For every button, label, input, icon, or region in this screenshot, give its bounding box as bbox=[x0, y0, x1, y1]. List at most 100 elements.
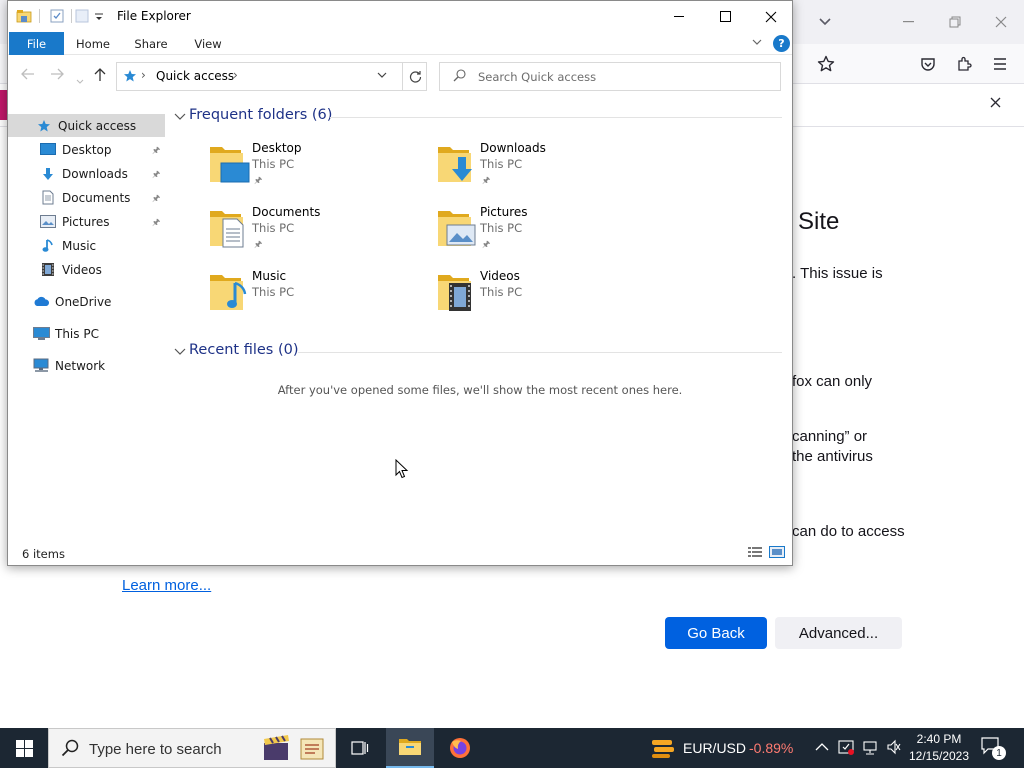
sidebar-item-network[interactable]: Network bbox=[8, 354, 165, 377]
minimize-button[interactable] bbox=[656, 1, 702, 32]
windows-logo-icon bbox=[15, 739, 33, 757]
downloads-icon bbox=[39, 166, 57, 182]
help-icon[interactable]: ? bbox=[773, 35, 790, 52]
title-bar[interactable]: File Explorer bbox=[8, 1, 792, 32]
stock-ticker-icon[interactable] bbox=[650, 736, 676, 763]
start-button[interactable] bbox=[0, 728, 48, 768]
browser-minimize-icon[interactable] bbox=[895, 8, 923, 36]
clock-date[interactable]: 12/15/2023 bbox=[906, 749, 972, 763]
task-view-button[interactable] bbox=[336, 728, 384, 768]
sidebar-item-label: Music bbox=[62, 238, 97, 253]
address-dropdown-icon[interactable] bbox=[377, 69, 387, 82]
taskbar-firefox[interactable] bbox=[436, 728, 484, 768]
collapse-chevron-icon[interactable] bbox=[174, 110, 186, 124]
refresh-button[interactable] bbox=[402, 62, 427, 91]
volume-muted-icon[interactable] bbox=[886, 739, 902, 759]
new-folder-icon[interactable] bbox=[75, 9, 89, 26]
show-hidden-icons-icon[interactable] bbox=[815, 741, 829, 756]
pocket-icon[interactable] bbox=[914, 50, 942, 78]
desktop-icon bbox=[39, 142, 57, 158]
pin-icon: 🖈 bbox=[482, 240, 491, 250]
sidebar-item-documents[interactable]: Documents 🖈 bbox=[8, 186, 165, 209]
learn-more-link[interactable]: Learn more... bbox=[122, 577, 211, 594]
notification-close-icon[interactable] bbox=[990, 97, 1002, 112]
ticker-symbol[interactable]: EUR/USD bbox=[683, 740, 746, 756]
pin-icon: 🖈 bbox=[254, 176, 263, 186]
close-button[interactable] bbox=[748, 1, 794, 32]
back-arrow-icon[interactable] bbox=[21, 68, 35, 84]
collapse-chevron-icon[interactable] bbox=[174, 345, 186, 359]
tab-share[interactable]: Share bbox=[126, 32, 176, 55]
expand-ribbon-icon[interactable] bbox=[752, 36, 762, 49]
sidebar-item-this-pc[interactable]: This PC bbox=[8, 322, 165, 345]
toolbar-separator bbox=[39, 9, 40, 23]
large-icons-view-button[interactable] bbox=[769, 546, 787, 560]
go-back-button[interactable]: Go Back bbox=[665, 617, 767, 649]
bookmark-star-icon[interactable] bbox=[812, 50, 840, 78]
folder-tile-desktop[interactable]: Desktop This PC 🖈 bbox=[207, 141, 407, 197]
pin-icon: 🖈 bbox=[152, 218, 161, 228]
firefox-icon bbox=[450, 738, 470, 758]
onedrive-cloud-icon bbox=[32, 294, 50, 310]
security-shield-icon[interactable] bbox=[838, 739, 854, 759]
pin-icon: 🖈 bbox=[482, 176, 491, 186]
up-arrow-icon[interactable] bbox=[94, 68, 106, 86]
tab-file[interactable]: File bbox=[9, 32, 64, 55]
page-accent-strip bbox=[0, 90, 7, 120]
sidebar-item-label: Desktop bbox=[62, 142, 112, 157]
address-bar[interactable]: › Quick access › bbox=[116, 62, 427, 91]
window-title: File Explorer bbox=[117, 9, 191, 23]
music-folder-icon bbox=[210, 275, 247, 310]
sidebar-item-pictures[interactable]: Pictures 🖈 bbox=[8, 210, 165, 233]
browser-close-icon[interactable] bbox=[987, 8, 1015, 36]
clock-time[interactable]: 2:40 PM bbox=[914, 732, 964, 746]
computer-icon bbox=[32, 326, 50, 342]
breadcrumb-quick-access[interactable]: Quick access bbox=[156, 69, 234, 83]
recent-locations-icon[interactable] bbox=[76, 72, 84, 88]
folder-tile-videos[interactable]: Videos This PC bbox=[435, 269, 635, 325]
customize-toolbar-icon[interactable] bbox=[94, 11, 104, 25]
folder-location: This PC bbox=[252, 221, 295, 235]
folder-tile-pictures[interactable]: Pictures This PC 🖈 bbox=[435, 205, 635, 261]
sidebar-item-videos[interactable]: Videos bbox=[8, 258, 165, 281]
sidebar-item-label: OneDrive bbox=[55, 294, 112, 309]
breadcrumb-separator[interactable]: › bbox=[233, 68, 238, 82]
properties-icon[interactable] bbox=[50, 9, 64, 26]
sidebar-item-downloads[interactable]: Downloads 🖈 bbox=[8, 162, 165, 185]
music-icon bbox=[39, 238, 57, 254]
folder-location: This PC bbox=[480, 285, 523, 299]
frequent-folders-header[interactable]: Frequent folders (6) bbox=[189, 107, 332, 123]
explorer-app-icon[interactable] bbox=[16, 8, 32, 27]
folder-location: This PC bbox=[252, 157, 295, 171]
folder-tile-documents[interactable]: Documents This PC 🖈 bbox=[207, 205, 407, 261]
ticker-change[interactable]: -0.89% bbox=[749, 740, 793, 756]
list-all-tabs-icon[interactable] bbox=[811, 8, 839, 36]
folder-tile-music[interactable]: Music This PC bbox=[207, 269, 407, 325]
sidebar-item-onedrive[interactable]: OneDrive bbox=[8, 290, 165, 313]
pin-icon: 🖈 bbox=[152, 170, 161, 180]
sidebar-item-music[interactable]: Music bbox=[8, 234, 165, 257]
maximize-button[interactable] bbox=[702, 1, 748, 32]
extensions-icon[interactable] bbox=[950, 50, 978, 78]
search-input[interactable] bbox=[478, 66, 768, 88]
taskbar-search-box[interactable]: Type here to search bbox=[48, 728, 336, 768]
tab-home[interactable]: Home bbox=[68, 32, 118, 55]
folder-name: Music bbox=[252, 269, 287, 283]
forward-arrow-icon[interactable] bbox=[50, 68, 64, 84]
breadcrumb-separator[interactable]: › bbox=[141, 68, 146, 82]
app-menu-icon[interactable] bbox=[986, 50, 1014, 78]
taskbar-file-explorer[interactable] bbox=[386, 728, 434, 768]
browser-restore-icon[interactable] bbox=[941, 8, 969, 36]
advanced-button[interactable]: Advanced... bbox=[775, 617, 902, 649]
sidebar-item-quick-access[interactable]: Quick access bbox=[8, 114, 165, 137]
videos-folder-icon bbox=[438, 275, 471, 311]
action-center-button[interactable]: 1 bbox=[980, 736, 1008, 760]
search-box[interactable] bbox=[439, 62, 781, 91]
network-status-icon[interactable] bbox=[862, 740, 878, 760]
sidebar-item-desktop[interactable]: Desktop 🖈 bbox=[8, 138, 165, 161]
tab-view[interactable]: View bbox=[184, 32, 232, 55]
file-explorer-window: File Explorer File Home Share View ? › Q… bbox=[7, 0, 793, 566]
recent-files-header[interactable]: Recent files (0) bbox=[189, 342, 299, 358]
details-view-button[interactable] bbox=[747, 546, 765, 560]
folder-tile-downloads[interactable]: Downloads This PC 🖈 bbox=[435, 141, 635, 197]
